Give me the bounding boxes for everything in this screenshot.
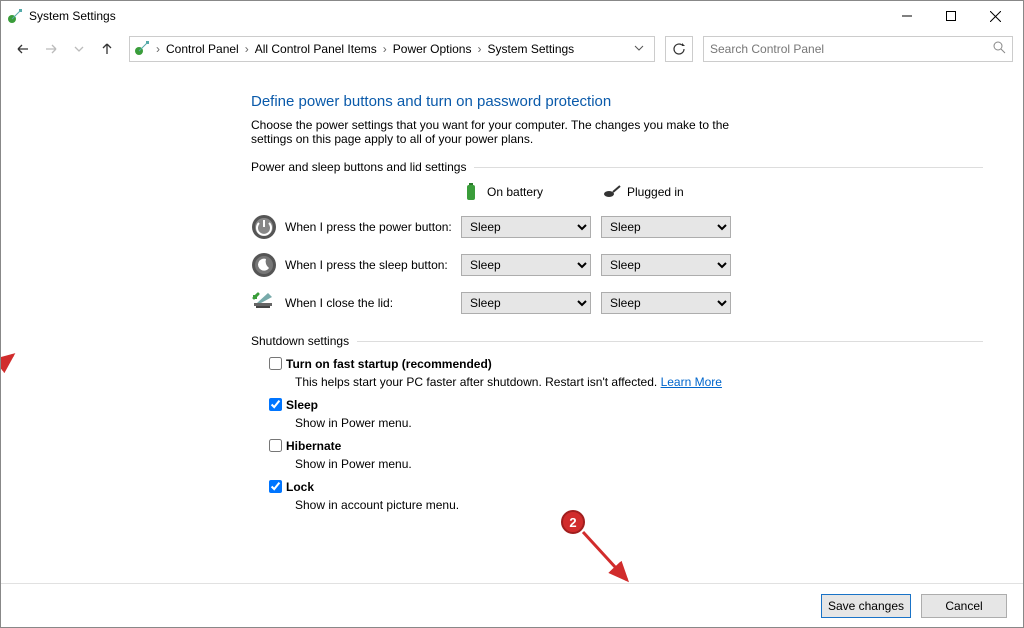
divider: [474, 167, 983, 168]
chevron-right-icon[interactable]: ›: [243, 42, 251, 56]
back-button[interactable]: [11, 37, 35, 61]
column-headers: On battery Plugged in: [251, 182, 983, 202]
save-changes-button[interactable]: Save changes: [821, 594, 911, 618]
row-label: When I press the power button:: [285, 220, 452, 234]
divider: [357, 341, 983, 342]
shutdown-option-desc: Show in Power menu.: [295, 457, 983, 471]
breadcrumb-item[interactable]: System Settings: [483, 42, 578, 56]
battery-select[interactable]: Do nothingSleepHibernateShut downTurn of…: [461, 254, 591, 276]
settings-row: When I press the power button: Do nothing…: [251, 214, 983, 240]
chevron-right-icon[interactable]: ›: [381, 42, 389, 56]
shutdown-option: Turn on fast startup (recommended) This h…: [265, 354, 983, 389]
plug-icon: [601, 182, 621, 202]
forward-button[interactable]: [39, 37, 63, 61]
shutdown-checkbox[interactable]: [269, 398, 282, 411]
search-input[interactable]: Search Control Panel: [703, 36, 1013, 62]
shutdown-option-desc: This helps start your PC faster after sh…: [295, 375, 983, 389]
maximize-button[interactable]: [929, 1, 973, 31]
annotation-arrow-1: [1, 349, 23, 399]
refresh-button[interactable]: [665, 36, 693, 62]
shutdown-option-label[interactable]: Sleep: [265, 398, 318, 412]
battery-select[interactable]: Do nothingSleepHibernateShut down: [461, 292, 591, 314]
battery-icon: [461, 182, 481, 202]
footer: 2 Save changes Cancel: [1, 583, 1023, 627]
shutdown-option-label[interactable]: Hibernate: [265, 439, 341, 453]
settings-row: When I press the sleep button: Do nothing…: [251, 252, 983, 278]
titlebar: System Settings: [1, 1, 1023, 31]
annotation-arrow-2: [579, 528, 639, 588]
up-button[interactable]: [95, 37, 119, 61]
shutdown-option: Hibernate Show in Power menu.: [265, 436, 983, 471]
breadcrumb-bar[interactable]: › Control Panel › All Control Panel Item…: [129, 36, 655, 62]
section-shutdown-label: Shutdown settings: [251, 334, 349, 348]
breadcrumb-item[interactable]: All Control Panel Items: [251, 42, 381, 56]
power-settings-icon: [7, 8, 23, 24]
section-power-buttons-label: Power and sleep buttons and lid settings: [251, 160, 466, 174]
shutdown-option-label[interactable]: Lock: [265, 480, 314, 494]
system-settings-window: System Settings › Control Panel › All Co…: [0, 0, 1024, 628]
row-icon: [251, 252, 277, 278]
column-battery-label: On battery: [487, 185, 543, 199]
recent-locations-button[interactable]: [67, 37, 91, 61]
shutdown-option: Sleep Show in Power menu.: [265, 395, 983, 430]
plugged-select[interactable]: Do nothingSleepHibernateShut down: [601, 292, 731, 314]
cancel-button[interactable]: Cancel: [921, 594, 1007, 618]
minimize-button[interactable]: [885, 1, 929, 31]
plugged-select[interactable]: Do nothingSleepHibernateShut downTurn of…: [601, 216, 731, 238]
chevron-right-icon[interactable]: ›: [154, 42, 162, 56]
shutdown-option-desc: Show in Power menu.: [295, 416, 983, 430]
row-icon: [251, 290, 277, 316]
settings-row: When I close the lid: Do nothingSleepHibe…: [251, 290, 983, 316]
page-description: Choose the power settings that you want …: [251, 118, 771, 146]
page-heading: Define power buttons and turn on passwor…: [251, 93, 983, 110]
content-pane: Define power buttons and turn on passwor…: [1, 67, 1023, 583]
shutdown-option: Lock Show in account picture menu.: [265, 477, 983, 512]
row-icon: [251, 214, 277, 240]
learn-more-link[interactable]: Learn More: [661, 375, 722, 389]
shutdown-option-label[interactable]: Turn on fast startup (recommended): [265, 357, 492, 371]
folder-icon: [134, 40, 150, 59]
chevron-down-icon[interactable]: [628, 42, 650, 56]
chevron-right-icon[interactable]: ›: [475, 42, 483, 56]
toolbar: › Control Panel › All Control Panel Item…: [1, 31, 1023, 67]
row-label: When I press the sleep button:: [285, 258, 448, 272]
annotation-badge-2: 2: [561, 510, 585, 534]
shutdown-checkbox[interactable]: [269, 357, 282, 370]
close-button[interactable]: [973, 1, 1017, 31]
shutdown-checkbox[interactable]: [269, 439, 282, 452]
breadcrumb-item[interactable]: Control Panel: [162, 42, 243, 56]
plugged-select[interactable]: Do nothingSleepHibernateShut downTurn of…: [601, 254, 731, 276]
shutdown-option-desc: Show in account picture menu.: [295, 498, 983, 512]
column-plugged-label: Plugged in: [627, 185, 684, 199]
search-placeholder: Search Control Panel: [710, 42, 824, 56]
window-title: System Settings: [29, 9, 116, 23]
shutdown-checkbox[interactable]: [269, 480, 282, 493]
battery-select[interactable]: Do nothingSleepHibernateShut downTurn of…: [461, 216, 591, 238]
search-icon: [993, 41, 1006, 57]
row-label: When I close the lid:: [285, 296, 393, 310]
breadcrumb-item[interactable]: Power Options: [389, 42, 476, 56]
